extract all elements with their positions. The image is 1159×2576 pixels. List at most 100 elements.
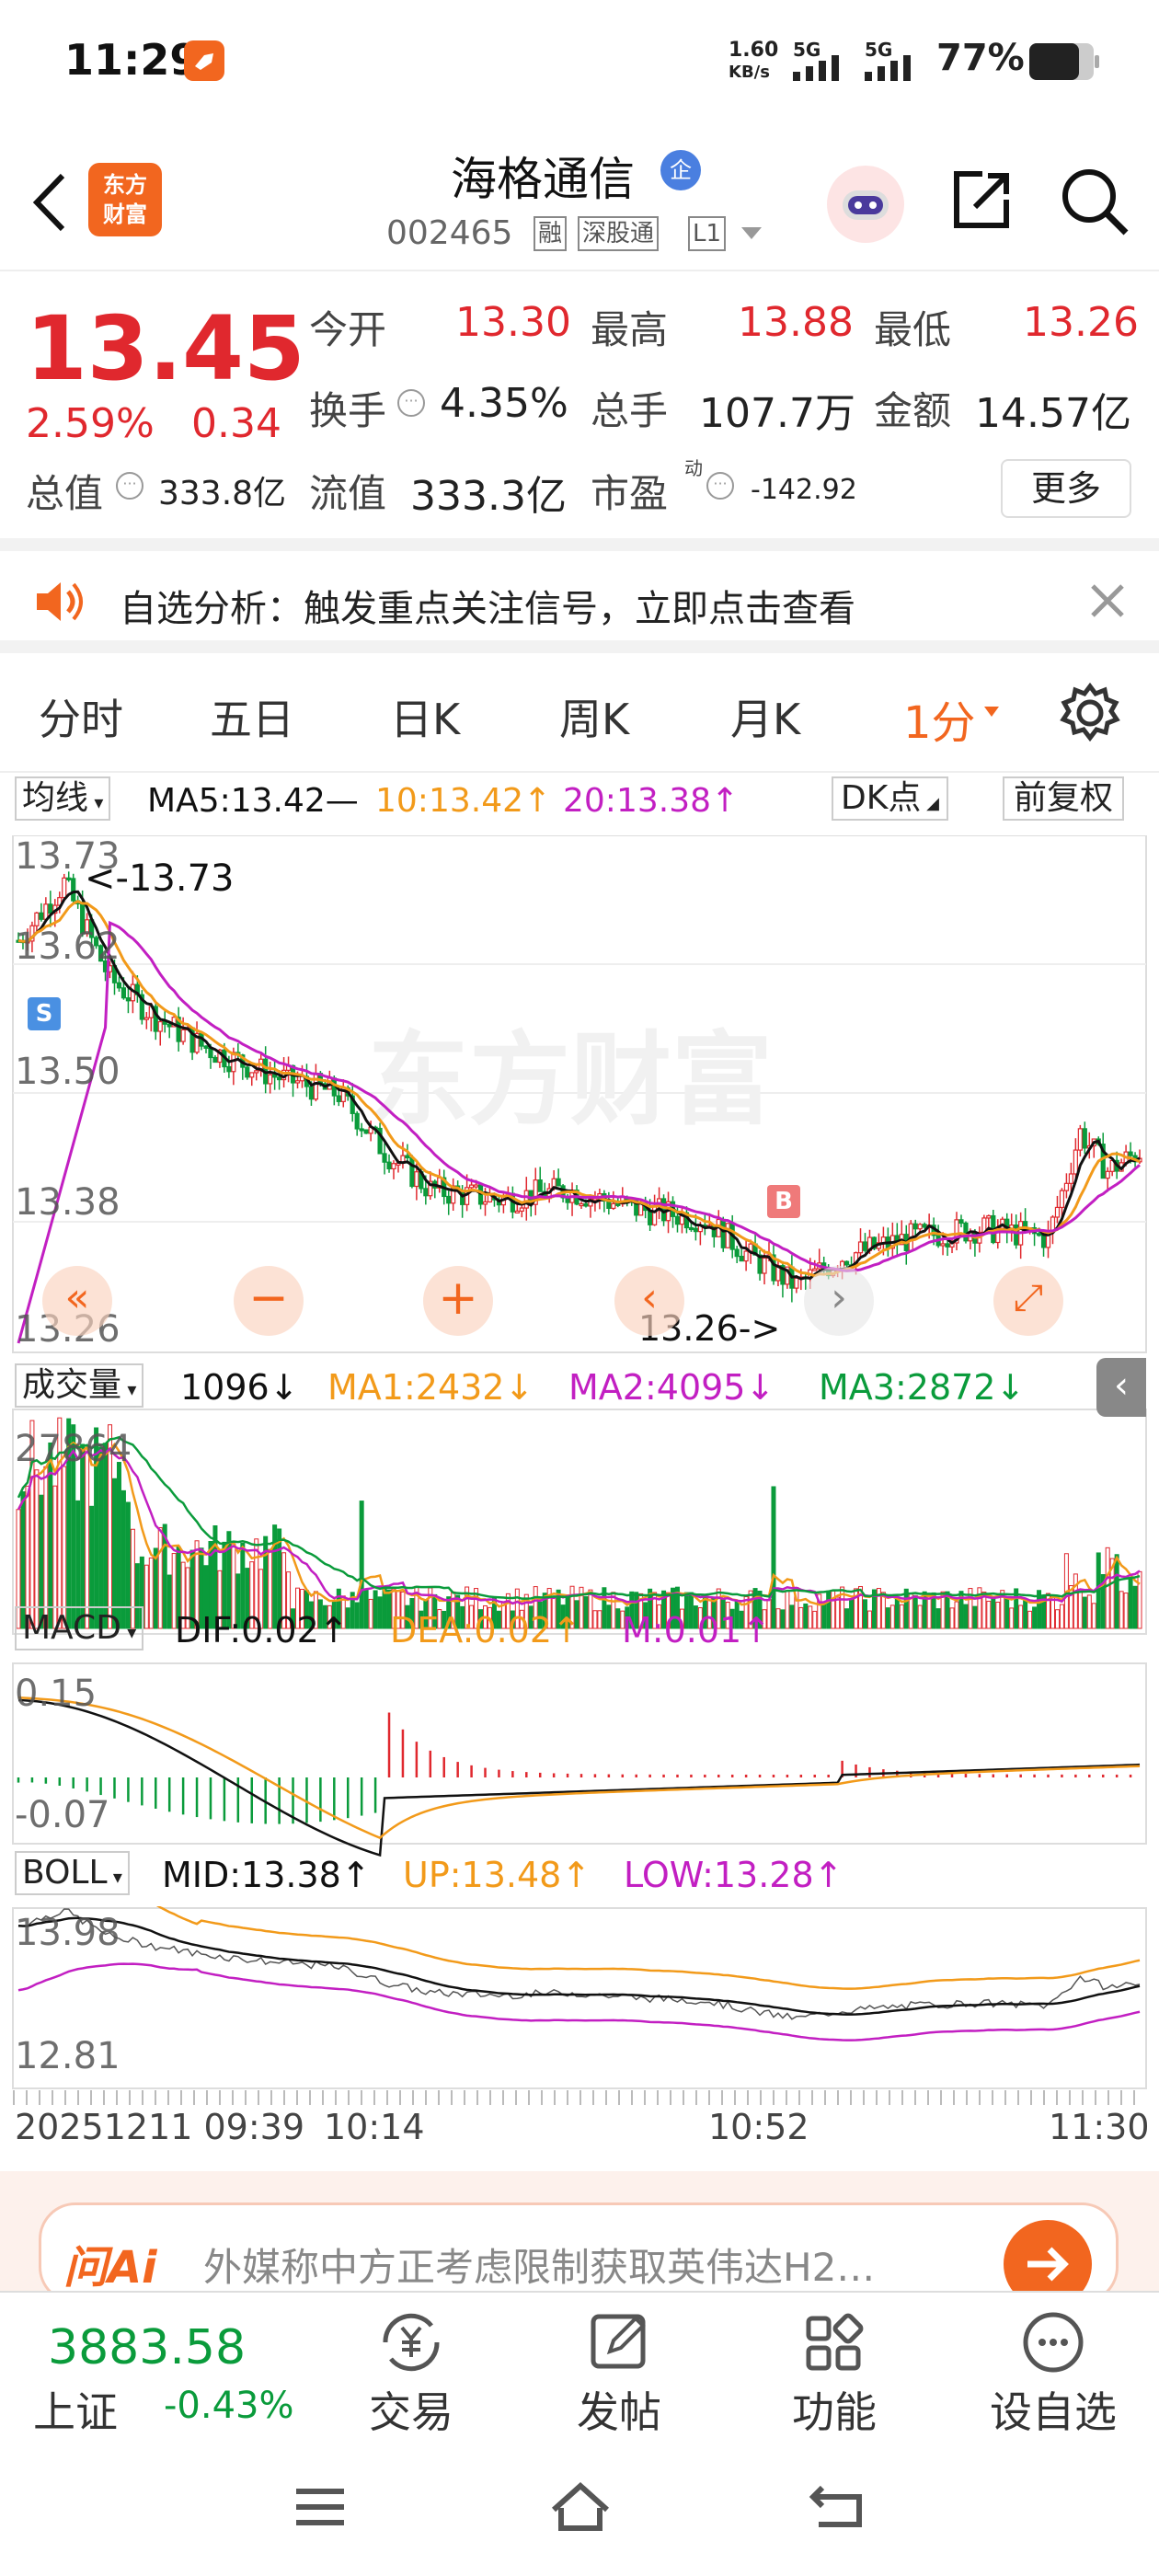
tab-weekly-k[interactable]: 周K <box>559 686 629 747</box>
tab-intraday[interactable]: 分时 <box>39 686 123 747</box>
volume-bar <box>153 1547 158 1629</box>
market-cap-info-icon[interactable]: ··· <box>116 472 143 500</box>
candle-body <box>386 1161 392 1170</box>
macd-selector[interactable]: MACD ▾ <box>15 1606 144 1650</box>
candle-body <box>157 1020 163 1032</box>
boll-mid: MID:13.38↑ <box>162 1855 371 1895</box>
candle-body <box>725 1223 730 1248</box>
ai-news-text: 外媒称中方正考虑限制获取英伟达H2… <box>203 2245 876 2290</box>
volume-bar <box>812 1610 818 1629</box>
robot-assistant-icon[interactable] <box>824 163 907 249</box>
candle-body <box>514 1210 520 1213</box>
candle-body <box>579 1202 584 1207</box>
ai-news-banner[interactable]: 问Ai 外媒称中方正考虑限制获取英伟达H2… <box>39 2202 1119 2304</box>
volume-bar <box>885 1607 890 1629</box>
volume-bar <box>785 1590 790 1629</box>
pe-info-icon[interactable]: ··· <box>706 472 734 500</box>
close-icon[interactable] <box>1089 582 1126 623</box>
sell-marker[interactable]: S <box>28 997 61 1030</box>
system-nav-bar <box>0 2438 1159 2576</box>
share-icon[interactable] <box>947 167 1016 238</box>
candle-body <box>688 1226 694 1231</box>
volume-bar <box>866 1610 872 1629</box>
battery-percent: 77% <box>936 37 1025 79</box>
volume-bar <box>592 1610 598 1629</box>
volume-bar <box>835 1596 841 1629</box>
macd-dif-text: DIF:0.02 <box>175 1610 319 1650</box>
candle-body <box>391 1163 396 1170</box>
search-icon[interactable] <box>1058 165 1131 242</box>
home-icon[interactable] <box>548 2478 613 2537</box>
tab-five-day[interactable]: 五日 <box>210 686 294 747</box>
nav-trade-label: 交易 <box>369 2387 453 2437</box>
volume-bar <box>826 1590 832 1629</box>
volume-selector-chevron-icon: ▾ <box>121 1378 137 1400</box>
volume-bar <box>894 1597 900 1629</box>
settings-gear-icon[interactable] <box>1058 681 1122 749</box>
candle-body <box>359 1128 364 1132</box>
status-bar: 11:29 1.60 KB/s 5G 5G 77% <box>0 0 1159 124</box>
collapse-panel-icon[interactable]: ‹ <box>1096 1358 1146 1417</box>
ma-selector[interactable]: 均线 ▾ <box>15 776 111 821</box>
step-right-icon[interactable]: › <box>804 1266 874 1336</box>
candle-body <box>308 1086 315 1100</box>
time-start-label: 20251211 09:39 <box>15 2107 305 2147</box>
nav-post[interactable]: 发帖 <box>559 2306 679 2437</box>
adjust-button[interactable]: 前复权 <box>1003 776 1125 821</box>
more-button[interactable]: 更多 <box>1001 459 1131 518</box>
volume-bar <box>103 1443 109 1629</box>
open-value: 13.30 <box>455 299 571 346</box>
nav-trade[interactable]: 交易 <box>351 2306 471 2437</box>
volume-bar <box>912 1594 918 1629</box>
volume-bar <box>85 1447 90 1629</box>
net-speed-unit: KB/s <box>729 63 770 82</box>
tab-1-minute-chevron-icon[interactable] <box>982 705 1001 723</box>
candle-body <box>66 877 72 880</box>
volume-ma2: MA2:4095↓ <box>568 1367 775 1408</box>
index-ticker[interactable]: 3883.58 上证 -0.43% <box>0 2293 331 2440</box>
turnover-info-icon[interactable]: ··· <box>397 389 425 417</box>
volume-bar <box>43 1466 49 1629</box>
dropdown-chevron-icon[interactable] <box>740 225 763 246</box>
alert-banner[interactable]: 自选分析：触发重点关注信号，立即点击查看 <box>0 538 1159 653</box>
back-nav-icon[interactable] <box>808 2480 868 2536</box>
dk-corner-icon: ◢ <box>921 794 939 813</box>
market-cap-label: 总值 <box>26 471 104 516</box>
step-left-icon[interactable]: ‹ <box>614 1266 684 1336</box>
tab-daily-k[interactable]: 日K <box>390 686 460 747</box>
volume-ma1: MA1:2432↓ <box>327 1367 534 1408</box>
candle-body <box>1063 1182 1070 1191</box>
main-kline-svg[interactable]: 东方财富 <box>0 835 1159 1995</box>
dk-point-button[interactable]: DK点 ◢ <box>832 776 948 821</box>
candle-body <box>1036 1233 1042 1236</box>
scroll-left-icon[interactable]: « <box>42 1266 112 1336</box>
high-label: 最高 <box>591 307 669 352</box>
nav-add-watchlist-label: 设自选 <box>990 2387 1117 2437</box>
buy-marker[interactable]: B <box>767 1185 800 1218</box>
nav-add-watchlist[interactable]: 设自选 <box>975 2306 1131 2437</box>
volume-bar <box>1023 1598 1028 1629</box>
boll-low-line <box>17 1962 1141 2041</box>
current-price: 13.45 <box>26 297 305 400</box>
fullscreen-icon[interactable]: ⤢ <box>993 1266 1063 1336</box>
zoom-in-icon[interactable]: + <box>423 1266 493 1336</box>
nav-functions-label: 功能 <box>792 2387 877 2437</box>
boll-selector[interactable]: BOLL ▾ <box>15 1851 130 1895</box>
zoom-out-icon[interactable]: − <box>234 1266 304 1336</box>
back-icon[interactable] <box>28 170 70 238</box>
tab-monthly-k[interactable]: 月K <box>730 686 800 747</box>
amount-label: 金额 <box>874 388 952 433</box>
candle-body <box>143 1017 149 1020</box>
candle-body <box>409 1156 415 1188</box>
candle-body <box>537 1179 543 1192</box>
boll-selector-label: BOLL <box>22 1854 108 1892</box>
dk-point-label: DK点 <box>841 779 922 817</box>
candle-body <box>812 1268 818 1271</box>
menu-icon[interactable] <box>293 2486 348 2532</box>
volume-selector[interactable]: 成交量 ▾ <box>15 1363 144 1408</box>
stock-name: 海格通信 <box>451 153 635 206</box>
tab-1-minute[interactable]: 1分 <box>903 686 976 751</box>
volume-bar <box>583 1596 589 1629</box>
nav-functions[interactable]: 功能 <box>775 2306 894 2437</box>
volume-bar <box>1009 1607 1015 1629</box>
